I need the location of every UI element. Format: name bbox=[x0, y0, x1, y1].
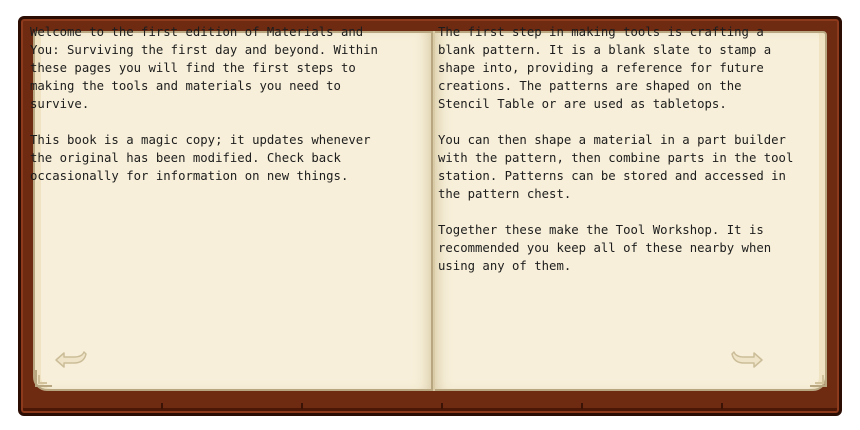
right-paragraph: The first step in making tools is crafti… bbox=[438, 25, 772, 111]
next-page-button[interactable] bbox=[728, 348, 766, 372]
arrow-right-icon bbox=[731, 351, 763, 368]
book-spine bbox=[433, 31, 435, 391]
right-page-text: The first step in making tools is crafti… bbox=[438, 23, 794, 293]
cover-stitch bbox=[161, 403, 163, 409]
cover-stitch bbox=[441, 403, 443, 409]
page-corner-ornament bbox=[35, 370, 52, 387]
cover-stitch bbox=[581, 403, 583, 409]
right-paragraph: Together these make the Tool Workshop. I… bbox=[438, 223, 772, 273]
cover-stitch bbox=[301, 403, 303, 409]
arrow-left-icon bbox=[55, 351, 87, 368]
cover-stitch bbox=[721, 403, 723, 409]
left-paragraph: Welcome to the first edition of Material… bbox=[30, 25, 378, 111]
left-page-text: Welcome to the first edition of Material… bbox=[30, 23, 392, 203]
page-corner-ornament bbox=[810, 370, 827, 387]
previous-page-button[interactable] bbox=[52, 348, 90, 372]
left-paragraph: This book is a magic copy; it updates wh… bbox=[30, 133, 371, 183]
right-paragraph: You can then shape a material in a part … bbox=[438, 133, 794, 201]
